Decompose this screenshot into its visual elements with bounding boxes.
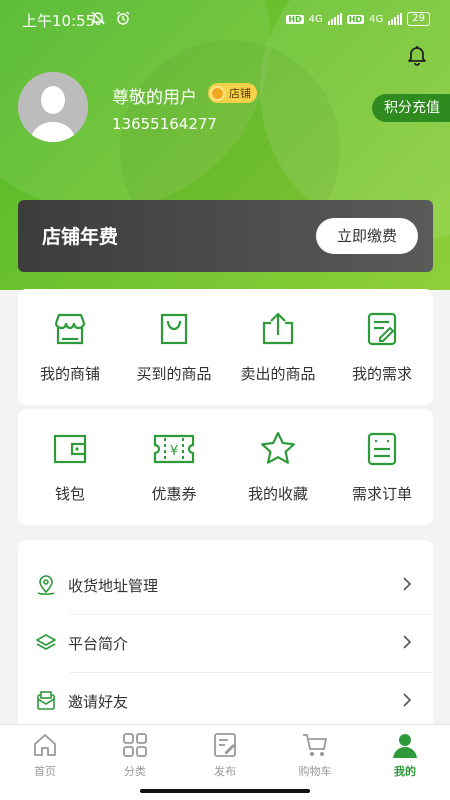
avatar[interactable]	[18, 72, 88, 142]
orders-grid: 我的商铺 买到的商品 卖出的商品 我的需求	[18, 289, 433, 405]
chevron-right-icon	[403, 693, 412, 707]
grid-item-wallet[interactable]: 钱包	[18, 429, 122, 504]
edit-document-icon	[367, 312, 397, 346]
shop-icon	[54, 313, 86, 345]
grid-item-sold[interactable]: 卖出的商品	[226, 309, 330, 384]
list-label: 收货地址管理	[68, 577, 159, 595]
grid-item-my-shop[interactable]: 我的商铺	[18, 309, 122, 384]
notification-icons	[90, 10, 131, 28]
list-item-invite[interactable]: 邀请好友	[18, 672, 433, 730]
tab-label: 发布	[214, 765, 236, 778]
home-indicator	[140, 789, 310, 793]
network-label-1: 4G	[308, 13, 323, 25]
status-bar: 上午10:55 HD 4G HD 4G 29	[0, 0, 450, 40]
cart-icon	[303, 734, 327, 756]
phone-number: 13655164277	[112, 115, 217, 133]
upload-icon	[262, 312, 294, 345]
layers-icon	[36, 634, 56, 650]
grid-label: 我的商铺	[39, 365, 100, 383]
coupon-icon: ¥	[153, 434, 195, 464]
tab-label: 我的	[394, 765, 416, 778]
network-label-2: 4G	[369, 13, 384, 25]
grid-label: 我的需求	[351, 365, 412, 383]
store-fee-title: 店铺年费	[42, 226, 119, 248]
publish-icon	[214, 733, 236, 757]
list-label: 平台简介	[68, 635, 129, 653]
tab-label: 分类	[124, 765, 146, 778]
tab-publish[interactable]: 发布	[180, 731, 270, 779]
grid-label: 我的收藏	[247, 485, 308, 503]
avatar-placeholder-icon	[18, 72, 88, 142]
battery-indicator: 29	[407, 12, 430, 26]
list-item-address[interactable]: 收货地址管理	[18, 556, 433, 614]
tab-category[interactable]: 分类	[90, 731, 180, 779]
category-icon	[123, 733, 147, 757]
grid-label: 钱包	[54, 485, 85, 503]
home-icon	[34, 734, 56, 756]
location-icon	[37, 575, 55, 595]
shopping-bag-icon	[160, 313, 188, 345]
tab-mine[interactable]: 我的	[360, 731, 450, 779]
grid-item-bought[interactable]: 买到的商品	[122, 309, 226, 384]
svg-text:¥: ¥	[170, 444, 178, 459]
status-time: 上午10:55	[22, 12, 96, 30]
assets-grid: 钱包 ¥ 优惠券 我的收藏 需求订单	[18, 409, 433, 525]
list-label: 邀请好友	[68, 693, 129, 711]
invite-icon	[37, 691, 55, 710]
signal-icon	[327, 13, 342, 25]
points-recharge-button[interactable]: 积分充值	[372, 94, 450, 122]
tab-label: 首页	[34, 765, 56, 778]
tab-home[interactable]: 首页	[0, 731, 90, 779]
store-badge-label: 店铺	[229, 87, 251, 100]
order-list-icon	[367, 432, 397, 466]
signal-icon-2	[388, 13, 403, 25]
grid-item-my-needs[interactable]: 我的需求	[330, 309, 434, 384]
user-icon	[393, 734, 417, 758]
grid-label: 买到的商品	[136, 365, 212, 383]
username: 尊敬的用户	[112, 88, 197, 108]
star-icon	[261, 431, 295, 464]
store-badge: 店铺	[208, 83, 257, 103]
wallet-icon	[53, 434, 87, 464]
tab-cart[interactable]: 购物车	[270, 731, 360, 779]
grid-item-favorites[interactable]: 我的收藏	[226, 429, 330, 504]
status-right: HD 4G HD 4G 29	[286, 12, 430, 26]
bell-icon[interactable]	[406, 44, 428, 66]
grid-label: 优惠券	[151, 485, 197, 503]
grid-label: 卖出的商品	[240, 365, 316, 383]
chevron-right-icon	[403, 635, 412, 649]
mute-bell-icon	[91, 11, 105, 26]
grid-item-coupon[interactable]: ¥ 优惠券	[122, 429, 226, 504]
grid-item-demand-orders[interactable]: 需求订单	[330, 429, 434, 504]
chevron-right-icon	[403, 577, 412, 591]
grid-label: 需求订单	[351, 485, 412, 503]
pay-now-button[interactable]: 立即缴费	[316, 218, 418, 254]
coin-icon	[210, 85, 225, 101]
alarm-icon	[116, 11, 130, 25]
settings-list: 收货地址管理 平台简介 邀请好友	[18, 540, 433, 740]
tab-label: 购物车	[298, 765, 332, 778]
list-item-platform-intro[interactable]: 平台简介	[18, 614, 433, 672]
store-fee-card: 店铺年费 立即缴费	[18, 200, 433, 272]
